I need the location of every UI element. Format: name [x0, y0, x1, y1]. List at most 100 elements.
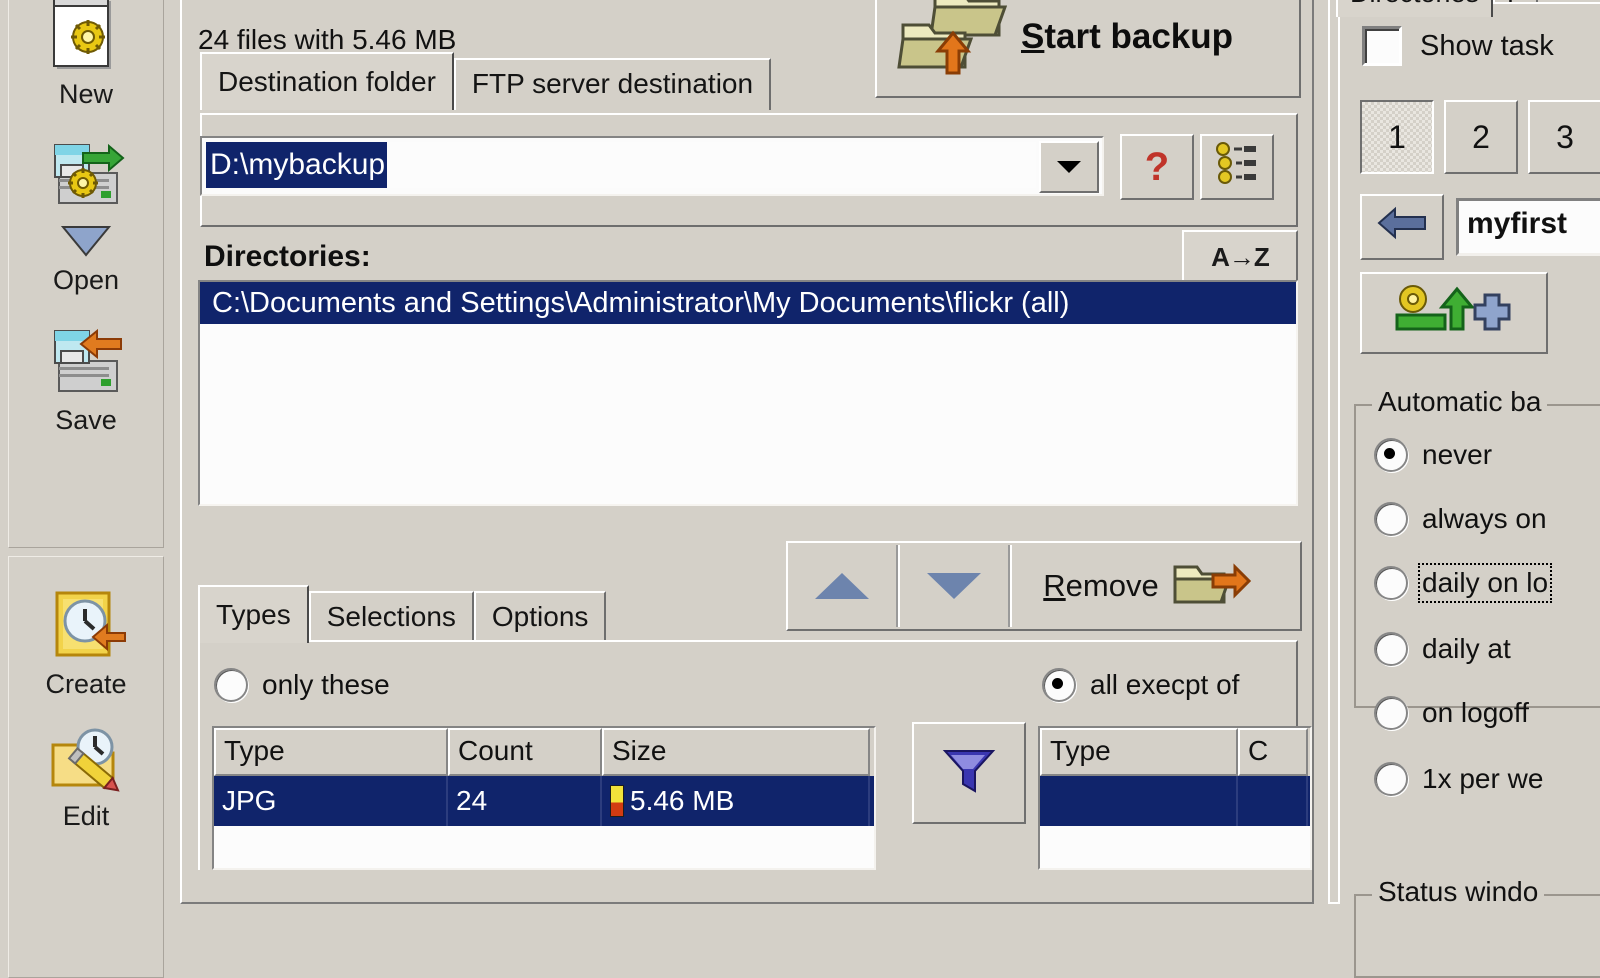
column-header-type[interactable]: Type	[214, 728, 448, 776]
types-tab-body: only these all execpt of Type Count Size…	[198, 640, 1312, 870]
back-button[interactable]	[1360, 194, 1444, 260]
chevron-down-icon[interactable]	[1039, 141, 1099, 193]
directories-label: Directories:	[204, 240, 371, 273]
create-schedule-icon	[43, 587, 129, 667]
radio-indicator[interactable]	[1374, 438, 1408, 472]
job-name-row: myfirst	[1360, 194, 1600, 260]
directories-list[interactable]: C:\Documents and Settings\Administrator\…	[198, 280, 1298, 506]
table-header: Type Count Size	[214, 728, 874, 776]
sort-az-button[interactable]: A→Z	[1182, 230, 1298, 284]
radio-label: never	[1422, 439, 1493, 470]
group-caption: Automatic ba	[1372, 386, 1548, 418]
folder-backup-arrow-icon	[897, 0, 1008, 85]
radio-indicator[interactable]	[1374, 502, 1408, 536]
job-name-field[interactable]: myfirst	[1456, 198, 1600, 256]
remove-button[interactable]: Remove	[1012, 545, 1282, 627]
destination-path-combo[interactable]: D:\mybackup	[200, 136, 1104, 196]
radio-always-on[interactable]: always on	[1374, 502, 1547, 536]
radio-indicator[interactable]	[1042, 668, 1076, 702]
checkbox-indicator[interactable]	[1362, 26, 1402, 66]
table-header: Type C	[1040, 728, 1310, 776]
sidebar-item-label: Create	[45, 669, 127, 699]
help-button[interactable]: ?	[1120, 134, 1194, 200]
radio-label: 1x per we	[1422, 763, 1544, 794]
save-job-icon	[43, 323, 129, 403]
filter-button[interactable]	[912, 722, 1026, 824]
open-job-icon	[43, 139, 129, 219]
radio-1x-per-week[interactable]: 1x per we	[1374, 762, 1543, 796]
tab-directories[interactable]: Directories	[1336, 0, 1494, 17]
radio-daily-at[interactable]: daily at	[1374, 632, 1511, 666]
triangle-down-icon[interactable]	[43, 219, 129, 263]
radio-indicator[interactable]	[1374, 566, 1408, 600]
radio-label: on logoff	[1422, 697, 1529, 728]
sidebar-item-open[interactable]: Open	[9, 133, 163, 295]
sidebar-item-save[interactable]: Save	[9, 317, 163, 435]
start-backup-label: Start backup	[1021, 16, 1234, 56]
cell-count	[1238, 776, 1308, 826]
show-task-checkbox[interactable]: Show task	[1362, 26, 1554, 66]
destination-tabs: Destination folder FTP server destination	[200, 52, 772, 110]
new-document-gear-icon	[43, 0, 129, 77]
folder-remove-arrow-icon	[1173, 557, 1251, 616]
browse-folders-button[interactable]	[1200, 134, 1274, 200]
tab-options[interactable]: Options	[473, 591, 607, 643]
task-slot-3-button[interactable]: 3	[1528, 100, 1600, 174]
sidebar-item-label: New	[58, 79, 113, 109]
cell-type	[1040, 776, 1238, 826]
tab-selections[interactable]: Selections	[308, 591, 474, 643]
radio-only-these[interactable]: only these	[214, 668, 390, 702]
radio-all-except-of[interactable]: all execpt of	[1042, 668, 1239, 702]
a-to-z-icon: A→Z	[1211, 241, 1270, 272]
radio-label: daily on lo	[1417, 563, 1553, 603]
radio-never[interactable]: never	[1374, 438, 1492, 472]
arrow-left-icon	[1377, 206, 1427, 248]
table-row[interactable]: JPG 24 5.46 MB	[214, 776, 874, 826]
sidebar-group-job: New Open Save	[8, 0, 164, 548]
task-slot-1-button[interactable]: 1	[1360, 100, 1434, 174]
size-bar-icon	[610, 785, 624, 817]
tab-ftp-server-destination[interactable]: FTP server destination	[453, 58, 772, 110]
radio-daily-on-logon[interactable]: daily on lo	[1374, 563, 1553, 603]
sidebar-item-create[interactable]: Create	[9, 581, 163, 699]
excluded-types-table[interactable]: Type C	[1038, 726, 1312, 870]
triangle-up-icon	[815, 573, 869, 599]
left-toolbar: New Open Save Create Edit	[0, 0, 172, 978]
list-toolbar: Remove	[786, 541, 1302, 631]
destination-panel: 24 files with 5.46 MB Start backup Desti…	[180, 0, 1314, 904]
column-header-count[interactable]: C	[1238, 728, 1308, 776]
automatic-backup-group: Automatic ba never always on daily on lo…	[1354, 386, 1600, 796]
add-task-button[interactable]	[1360, 272, 1548, 354]
move-up-button[interactable]	[788, 545, 896, 627]
column-header-type[interactable]: Type	[1040, 728, 1238, 776]
add-task-gear-plus-icon	[1389, 281, 1519, 345]
sidebar-item-new[interactable]: New	[9, 0, 163, 109]
start-backup-button[interactable]: Start backup	[875, 0, 1301, 98]
funnel-filter-icon	[941, 745, 997, 802]
column-header-size[interactable]: Size	[602, 728, 870, 776]
tab-types[interactable]: Types	[198, 585, 309, 643]
radio-label: daily at	[1422, 633, 1511, 664]
group-caption: Status windo	[1372, 876, 1545, 908]
file-types-table[interactable]: Type Count Size JPG 24 5.46 MB	[212, 726, 876, 870]
sidebar-item-edit[interactable]: Edit	[9, 713, 163, 831]
sidebar-group-schedule: Create Edit	[8, 556, 164, 978]
radio-indicator[interactable]	[1374, 762, 1408, 796]
destination-path-value: D:\mybackup	[206, 142, 388, 188]
task-slot-2-button[interactable]: 2	[1444, 100, 1518, 174]
radio-indicator[interactable]	[214, 668, 248, 702]
radio-indicator[interactable]	[1374, 632, 1408, 666]
cell-type: JPG	[214, 776, 448, 826]
task-slot-buttons: 1 2 3	[1360, 100, 1600, 174]
radio-label: only these	[262, 669, 390, 700]
move-down-button[interactable]	[900, 545, 1008, 627]
table-row[interactable]	[1040, 776, 1310, 826]
radio-indicator[interactable]	[1374, 696, 1408, 730]
status-window-group: Status windo	[1354, 876, 1600, 978]
list-item[interactable]: C:\Documents and Settings\Administrator\…	[200, 282, 1296, 324]
radio-on-logoff[interactable]: on logoff	[1374, 696, 1529, 730]
destination-path-input[interactable]: D:\mybackup	[206, 142, 1036, 188]
column-header-count[interactable]: Count	[448, 728, 602, 776]
tasks-panel: DirectoriesF Show task 1 2 3	[1328, 0, 1600, 978]
tab-destination-folder[interactable]: Destination folder	[200, 52, 454, 110]
